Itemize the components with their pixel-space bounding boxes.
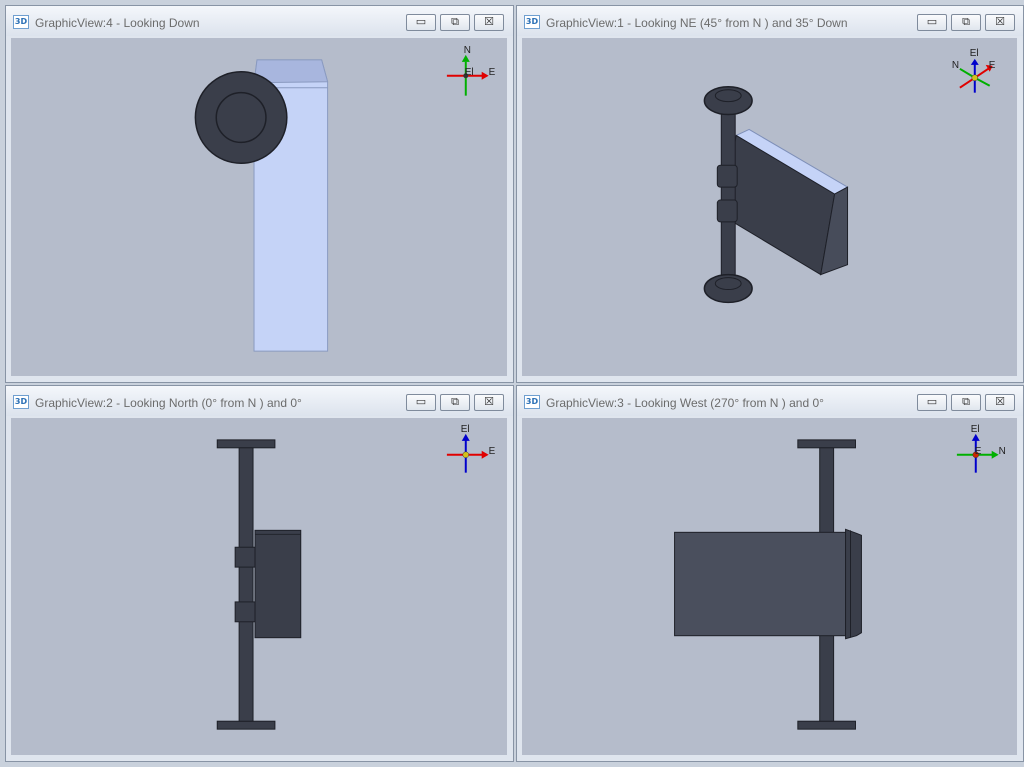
- flange-bottom: [797, 720, 856, 730]
- axis-triad: El N E: [952, 48, 996, 93]
- viewport-canvas[interactable]: El N E: [522, 418, 1017, 755]
- 3d-view-icon: 3D: [13, 395, 29, 409]
- pipe-collar: [234, 601, 256, 623]
- box-lid: [845, 528, 862, 640]
- graphic-view-4-window[interactable]: 3D GraphicView:4 - Looking Down ▭ ⧉ ☒ N: [5, 5, 514, 383]
- window-title: GraphicView:3 - Looking West (270° from …: [546, 396, 824, 410]
- restore-button[interactable]: ⧉: [440, 394, 470, 411]
- restore-button[interactable]: ⧉: [440, 14, 470, 31]
- title-bar[interactable]: 3D GraphicView:3 - Looking West (270° fr…: [517, 386, 1023, 416]
- graphic-view-3-window[interactable]: 3D GraphicView:3 - Looking West (270° fr…: [516, 385, 1024, 762]
- pipe-collar: [234, 546, 256, 568]
- axis-triad: El E: [446, 424, 496, 473]
- box-side: [254, 529, 302, 639]
- minimize-button[interactable]: ▭: [917, 14, 947, 31]
- pipe-collar: [716, 199, 738, 223]
- window-title: GraphicView:4 - Looking Down: [35, 16, 200, 30]
- title-bar[interactable]: 3D GraphicView:1 - Looking NE (45° from …: [517, 6, 1023, 36]
- axis-label-left: N: [952, 60, 959, 71]
- title-bar[interactable]: 3D GraphicView:2 - Looking North (0° fro…: [6, 386, 513, 416]
- viewport-looking-down[interactable]: N E El: [11, 38, 507, 376]
- pipe-collar: [716, 164, 738, 188]
- restore-button[interactable]: ⧉: [951, 394, 981, 411]
- title-bar[interactable]: 3D GraphicView:4 - Looking Down ▭ ⧉ ☒: [6, 6, 513, 36]
- flange-bottom: [216, 720, 276, 730]
- axis-label-right: E: [989, 60, 996, 71]
- axis-label-right: N: [999, 446, 1006, 457]
- axis-label-up: El: [971, 424, 980, 435]
- viewport-looking-north[interactable]: El E: [11, 418, 507, 755]
- axis-triad: El N E: [956, 424, 1006, 473]
- axis-label-right: E: [489, 446, 496, 457]
- restore-button[interactable]: ⧉: [951, 14, 981, 31]
- axis-label-center: E: [975, 446, 982, 457]
- viewport-looking-ne[interactable]: El N E: [522, 38, 1017, 376]
- close-button[interactable]: ☒: [474, 14, 504, 31]
- axis-label-up: N: [464, 45, 471, 56]
- axis-label-center: El: [465, 67, 474, 78]
- axis-triad: N E El: [446, 45, 496, 96]
- viewport-canvas[interactable]: El N E: [522, 38, 1017, 376]
- window-title: GraphicView:1 - Looking NE (45° from N )…: [546, 16, 848, 30]
- box-front: [674, 531, 847, 637]
- pipe: [720, 97, 736, 292]
- axis-label-right: E: [489, 67, 496, 78]
- minimize-button[interactable]: ▭: [406, 394, 436, 411]
- graphic-view-1-window[interactable]: 3D GraphicView:1 - Looking NE (45° from …: [516, 5, 1024, 383]
- axis-label-up: El: [461, 424, 470, 435]
- graphic-view-2-window[interactable]: 3D GraphicView:2 - Looking North (0° fro…: [5, 385, 514, 762]
- minimize-button[interactable]: ▭: [917, 394, 947, 411]
- viewport-canvas[interactable]: El E: [11, 418, 507, 755]
- flange-inner: [215, 91, 267, 144]
- window-title: GraphicView:2 - Looking North (0° from N…: [35, 396, 302, 410]
- flange-top: [797, 439, 856, 449]
- minimize-button[interactable]: ▭: [406, 14, 436, 31]
- flange-top: [216, 439, 276, 449]
- axis-label-up: El: [970, 48, 979, 59]
- viewport-looking-west[interactable]: El N E: [522, 418, 1017, 755]
- close-button[interactable]: ☒: [985, 14, 1015, 31]
- close-button[interactable]: ☒: [985, 394, 1015, 411]
- viewport-canvas[interactable]: N E El: [11, 38, 507, 376]
- 3d-view-icon: 3D: [13, 15, 29, 29]
- close-button[interactable]: ☒: [474, 394, 504, 411]
- flange-bottom-inner: [714, 277, 742, 291]
- flange-top-inner: [714, 89, 742, 103]
- pipe: [238, 447, 254, 722]
- 3d-view-icon: 3D: [524, 15, 540, 29]
- 3d-view-icon: 3D: [524, 395, 540, 409]
